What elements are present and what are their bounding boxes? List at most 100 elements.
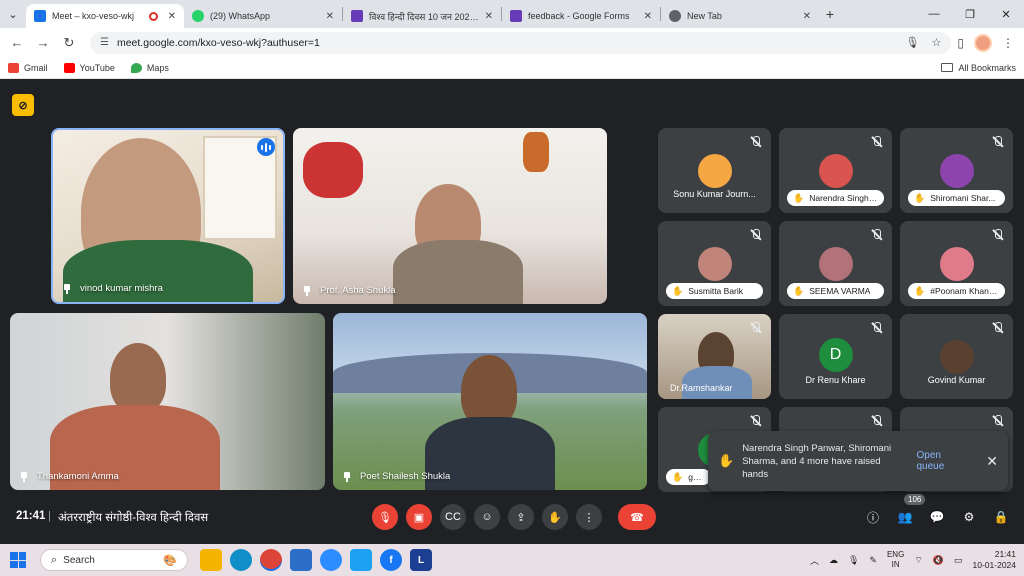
forward-icon[interactable]: → (32, 32, 54, 54)
video-tile-shailesh[interactable]: Poet Shailesh Shukla (333, 313, 647, 490)
mic-off-icon (871, 136, 883, 148)
tab-feedback[interactable]: feedback - Google Forms ✕ (502, 4, 660, 28)
tab-title: विश्व हिन्दी दिवस 10 जन 2024 - Go (369, 11, 481, 22)
site-info-icon[interactable]: ☰ (100, 37, 109, 48)
pin-icon[interactable] (343, 471, 351, 482)
grid-tile[interactable]: ✋ Susmitta Barik (658, 221, 771, 306)
close-tab-icon[interactable]: ✕ (168, 11, 176, 22)
restore-icon[interactable]: ❐ (952, 0, 988, 28)
twitter-icon[interactable] (350, 549, 372, 571)
people-icon[interactable]: 👥 (896, 506, 914, 528)
language-indicator[interactable]: ENG IN (887, 550, 904, 570)
camera-off-button[interactable]: ▣ (406, 504, 432, 530)
grid-tile[interactable]: ✋ Shiromani Shar... (900, 128, 1013, 213)
l-app-icon[interactable]: L (410, 549, 432, 571)
mic-off-icon (750, 229, 762, 241)
chevron-up-icon[interactable]: ︿ (810, 554, 819, 567)
close-tab-icon[interactable]: ✕ (644, 11, 652, 22)
video-tile-asha[interactable]: Prof. Asha Shukla (293, 128, 607, 304)
windows-start-icon[interactable] (10, 552, 26, 568)
mic-off-button[interactable]: 🎙 (372, 504, 398, 530)
more-options-button[interactable]: ⋮ (576, 504, 602, 530)
bookmark-star-icon[interactable]: ☆ (932, 36, 942, 49)
all-bookmarks[interactable]: All Bookmarks (941, 63, 1016, 73)
file-explorer-icon[interactable] (200, 549, 222, 571)
address-bar[interactable]: ☰ meet.google.com/kxo-veso-wkj?authuser=… (90, 31, 952, 54)
grid-tile[interactable]: Sonu Kumar Journ... (658, 128, 771, 213)
tab-new-tab[interactable]: New Tab ✕ (661, 4, 819, 28)
close-window-icon[interactable]: ✕ (988, 0, 1024, 28)
microphone-icon[interactable]: 🎙 (906, 36, 920, 49)
close-tab-icon[interactable]: ✕ (326, 11, 334, 22)
video-tile-thankamoni[interactable]: Thankamoni Amma (10, 313, 325, 490)
tab-meet[interactable]: Meet – kxo-veso-wkj ✕ (26, 4, 184, 28)
bookmark-gmail[interactable]: Gmail (8, 62, 48, 73)
grid-tile[interactable]: ✋ Narendra Singh ... (779, 128, 892, 213)
wifi-icon[interactable]: ⌔ (914, 555, 922, 566)
tab-search-icon[interactable]: ⌄ (0, 0, 26, 28)
close-tab-icon[interactable]: ✕ (803, 11, 811, 22)
open-queue-button[interactable]: Open queue (916, 450, 970, 472)
host-controls-icon[interactable]: 🔒 (992, 506, 1010, 528)
activities-icon[interactable]: ⚙ (960, 506, 978, 528)
close-tab-icon[interactable]: ✕ (485, 11, 493, 22)
pin-icon[interactable] (63, 283, 71, 294)
volume-icon[interactable]: 🔇 (933, 555, 944, 566)
info-icon[interactable]: ⓘ (864, 506, 882, 528)
tab-title: feedback - Google Forms (528, 11, 630, 21)
tab-title: Meet – kxo-veso-wkj (52, 11, 135, 21)
tab-title: (29) WhatsApp (210, 11, 271, 21)
mic-tray-icon[interactable]: 🎙 (848, 555, 859, 566)
emoji-button[interactable]: ☺ (474, 504, 500, 530)
pin-icon[interactable] (20, 471, 28, 482)
raised-hands-toast: ✋ Narendra Singh Panwar, Shiromani Sharm… (708, 431, 1008, 491)
reload-icon[interactable]: ↻ (58, 32, 80, 54)
bookmark-maps[interactable]: Maps (130, 62, 169, 73)
system-clock[interactable]: 21:41 10-01-2024 (973, 549, 1016, 571)
meet-stage: ⊘ vinod kumar mishra Prof. Asha Shukla T… (0, 80, 1024, 544)
avatar[interactable] (974, 33, 992, 52)
mic-off-icon (992, 136, 1004, 148)
captions-button[interactable]: CC (440, 504, 466, 530)
side-panel-icon[interactable]: ▯ (957, 36, 964, 50)
grid-tile[interactable]: ✋ SEEMA VARMA (779, 221, 892, 306)
new-tab-button[interactable]: + (819, 0, 841, 28)
zoom-icon[interactable] (320, 549, 342, 571)
avatar (939, 247, 974, 281)
mic-off-icon (871, 322, 883, 334)
back-icon[interactable]: ← (6, 32, 28, 54)
window-controls: — ❐ ✕ (916, 0, 1024, 28)
pin-icon[interactable] (303, 285, 311, 296)
end-call-button[interactable]: ☎ (618, 504, 656, 530)
raised-hand-icon: ✋ (718, 453, 735, 468)
store-icon[interactable] (290, 549, 312, 571)
participant-name: Prof. Asha Shukla (320, 285, 396, 296)
edge-icon[interactable] (230, 549, 252, 571)
chat-icon[interactable]: 💬 (928, 506, 946, 528)
mic-off-icon (750, 322, 762, 334)
bookmark-youtube[interactable]: YouTube (63, 62, 115, 73)
tab-hindi-diwas[interactable]: विश्व हिन्दी दिवस 10 जन 2024 - Go ✕ (343, 4, 501, 28)
close-icon[interactable]: ✕ (986, 453, 998, 470)
facebook-icon[interactable]: f (380, 549, 402, 571)
raise-hand-button[interactable]: ✋ (542, 504, 568, 530)
taskbar-search[interactable]: ⌕ Search 🎨 (40, 549, 188, 571)
forms-icon (510, 10, 522, 22)
camera-off-icon[interactable]: ⊘ (12, 94, 34, 116)
minimize-icon[interactable]: — (916, 0, 952, 28)
cloud-icon[interactable]: ☁ (829, 555, 838, 566)
tab-whatsapp[interactable]: (29) WhatsApp ✕ (184, 4, 342, 28)
present-button[interactable]: ⇪ (508, 504, 534, 530)
grid-tile[interactable]: Dr.Ramshankar (658, 314, 771, 399)
grid-tile[interactable]: ✋ #Poonam Khann... (900, 221, 1013, 306)
raised-hand-icon: ✋ (793, 285, 805, 296)
video-tile-vinod[interactable]: vinod kumar mishra (51, 128, 285, 304)
battery-icon[interactable]: ▭ (954, 555, 963, 566)
grid-tile[interactable]: Govind Kumar (900, 314, 1013, 399)
grid-tile[interactable]: D Dr Renu Khare (779, 314, 892, 399)
pen-icon[interactable]: ✎ (869, 555, 877, 566)
avatar (939, 154, 974, 188)
menu-dots-icon[interactable]: ⋮ (1002, 36, 1014, 50)
gmail-icon (8, 62, 19, 73)
chrome-icon[interactable] (260, 549, 282, 571)
